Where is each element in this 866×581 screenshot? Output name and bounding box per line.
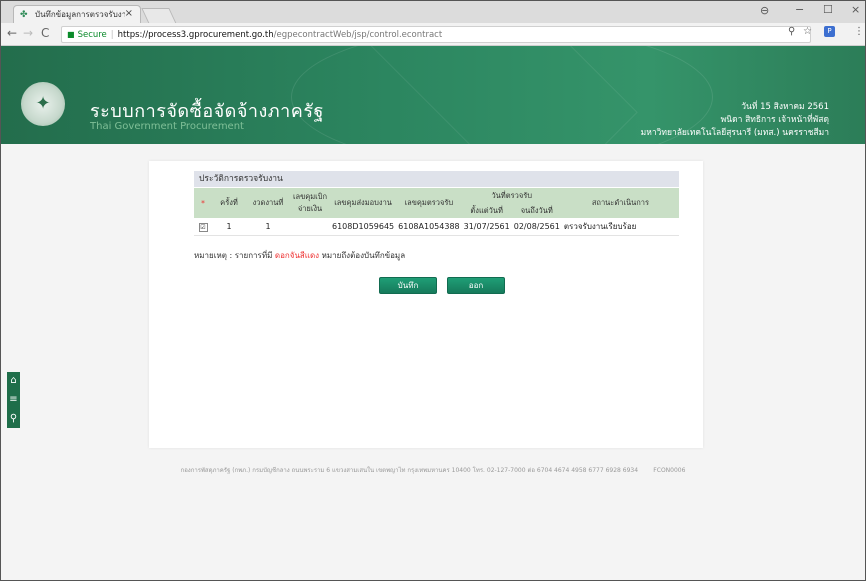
lock-icon: ■ (67, 30, 75, 39)
browser-tab[interactable]: ✤ บันทึกข้อมูลการตรวจรับงาน × (13, 5, 141, 23)
zoom-icon[interactable]: ⚲ (788, 26, 795, 37)
garuda-logo-icon: ✦ (21, 82, 65, 126)
new-tab-button[interactable] (141, 8, 177, 24)
menu-icon[interactable]: ≡ (7, 391, 20, 409)
side-toolbar: ⌂ ≡ ⚲ (7, 372, 20, 428)
col-status: สถานะดำเนินการ (561, 188, 679, 218)
close-window-button[interactable]: × (851, 3, 860, 16)
cell-disbursement-no (290, 218, 330, 236)
table-header-row: * ครั้งที่ งวดงานที่ เลขคุมเบิกจ่ายเงิน … (194, 188, 679, 218)
col-no: ครั้งที่ (212, 188, 246, 218)
cell-installment: 1 (246, 218, 290, 236)
search-icon[interactable]: ⚲ (7, 410, 20, 428)
browser-toolbar: ← → C ■ Secure | https://process3.gprocu… (1, 23, 865, 46)
remark-note: หมายเหตุ : รายการที่มี ดอกจันสีแดง หมายถ… (194, 249, 405, 262)
system-name-en: Thai Government Procurement (90, 121, 244, 132)
extension-icon[interactable]: P (824, 26, 835, 37)
site-banner: ✦ ระบบการจัดซื้อจัดจ้างภาครัฐ Thai Gover… (1, 46, 865, 144)
profile-icon[interactable]: ⊖ (760, 4, 769, 17)
bookmark-star-icon[interactable]: ☆ (803, 26, 812, 37)
note-red-text: ดอกจันสีแดง (274, 251, 320, 260)
address-bar[interactable]: ■ Secure | https://process3.gprocurement… (61, 26, 811, 43)
save-button[interactable]: บันทึก (379, 277, 437, 294)
note-prefix: หมายเหตุ : รายการที่มี (194, 251, 273, 260)
cell-no: 1 (212, 218, 246, 236)
cell-status: ตรวจรับงานเรียบร้อย (561, 218, 679, 236)
url-path: /egpecontractWeb/jsp/control.econtract (273, 29, 443, 40)
col-delivery-no: เลขคุมส่งมอบงาน (330, 188, 397, 218)
back-icon[interactable]: ← (7, 26, 17, 40)
cell-date-to: 02/08/2561 (511, 218, 562, 236)
user-name: พนิดา สิทธิการ เจ้าหน้าที่พัสดุ (720, 115, 829, 125)
menu-kebab-icon[interactable]: ⋮ (854, 26, 864, 37)
current-date: วันที่ 15 สิงหาคม 2561 (741, 102, 829, 112)
favicon-icon: ✤ (20, 9, 28, 20)
footer-address: กองการพัสดุภาครัฐ (กพภ.) กรมบัญชีกลาง ถน… (180, 467, 639, 474)
cell-inspection-no: 6108A1054388 (396, 218, 462, 236)
organization: มหาวิทยาลัยเทคโนโลยีสุรนารี (มทส.) นครรา… (640, 128, 829, 138)
note-suffix: หมายถึงต้องบันทึกข้อมูล (321, 251, 406, 260)
maximize-button[interactable]: ☐ (823, 3, 833, 16)
url-host: https://process3.gprocurement.go.th (117, 29, 274, 40)
col-date-from: ตั้งแต่วันที่ (461, 203, 512, 218)
page-footer: กองการพัสดุภาครัฐ (กพภ.) กรมบัญชีกลาง ถน… (1, 465, 865, 475)
content-panel: ประวัติการตรวจรับงาน * ครั้งที่ งวดงานที… (149, 161, 703, 448)
col-disbursement-no: เลขคุมเบิกจ่ายเงิน (290, 188, 330, 218)
tab-close-icon[interactable]: × (125, 8, 133, 19)
row-checkbox[interactable]: ☑ (194, 218, 212, 236)
table-row[interactable]: ☑ 1 1 6108D1059645 6108A1054388 31/07/25… (194, 218, 679, 236)
forward-icon[interactable]: → (23, 26, 33, 40)
user-info: วันที่ 15 สิงหาคม 2561 พนิดา สิทธิการ เจ… (641, 101, 829, 140)
col-date-to: จนถึงวันที่ (511, 203, 562, 218)
reload-icon[interactable]: C (41, 26, 49, 40)
secure-label: Secure (77, 29, 107, 40)
col-inspection-date-group: วันที่ตรวจรับ (461, 188, 562, 203)
section-title: ประวัติการตรวจรับงาน (194, 171, 679, 187)
home-icon[interactable]: ⌂ (7, 372, 20, 390)
tab-strip: ✤ บันทึกข้อมูลการตรวจรับงาน × ⊖ − ☐ × (1, 1, 865, 24)
cell-date-from: 31/07/2561 (461, 218, 512, 236)
browser-window: ✤ บันทึกข้อมูลการตรวจรับงาน × ⊖ − ☐ × ← … (0, 0, 866, 581)
minimize-button[interactable]: − (795, 3, 804, 16)
separator: | (110, 29, 114, 40)
col-required: * (194, 188, 212, 218)
cell-delivery-no: 6108D1059645 (330, 218, 397, 236)
checkbox-icon[interactable]: ☑ (198, 222, 208, 232)
col-inspection-no: เลขคุมตรวจรับ (396, 188, 462, 218)
inspection-history-table: * ครั้งที่ งวดงานที่ เลขคุมเบิกจ่ายเงิน … (194, 188, 679, 236)
tab-title: บันทึกข้อมูลการตรวจรับงาน (35, 10, 125, 19)
exit-button[interactable]: ออก (447, 277, 505, 294)
footer-page-code: FCON0006 (653, 467, 686, 474)
main-content: ประวัติการตรวจรับงาน * ครั้งที่ งวดงานที… (1, 144, 865, 580)
col-installment: งวดงานที่ (246, 188, 290, 218)
